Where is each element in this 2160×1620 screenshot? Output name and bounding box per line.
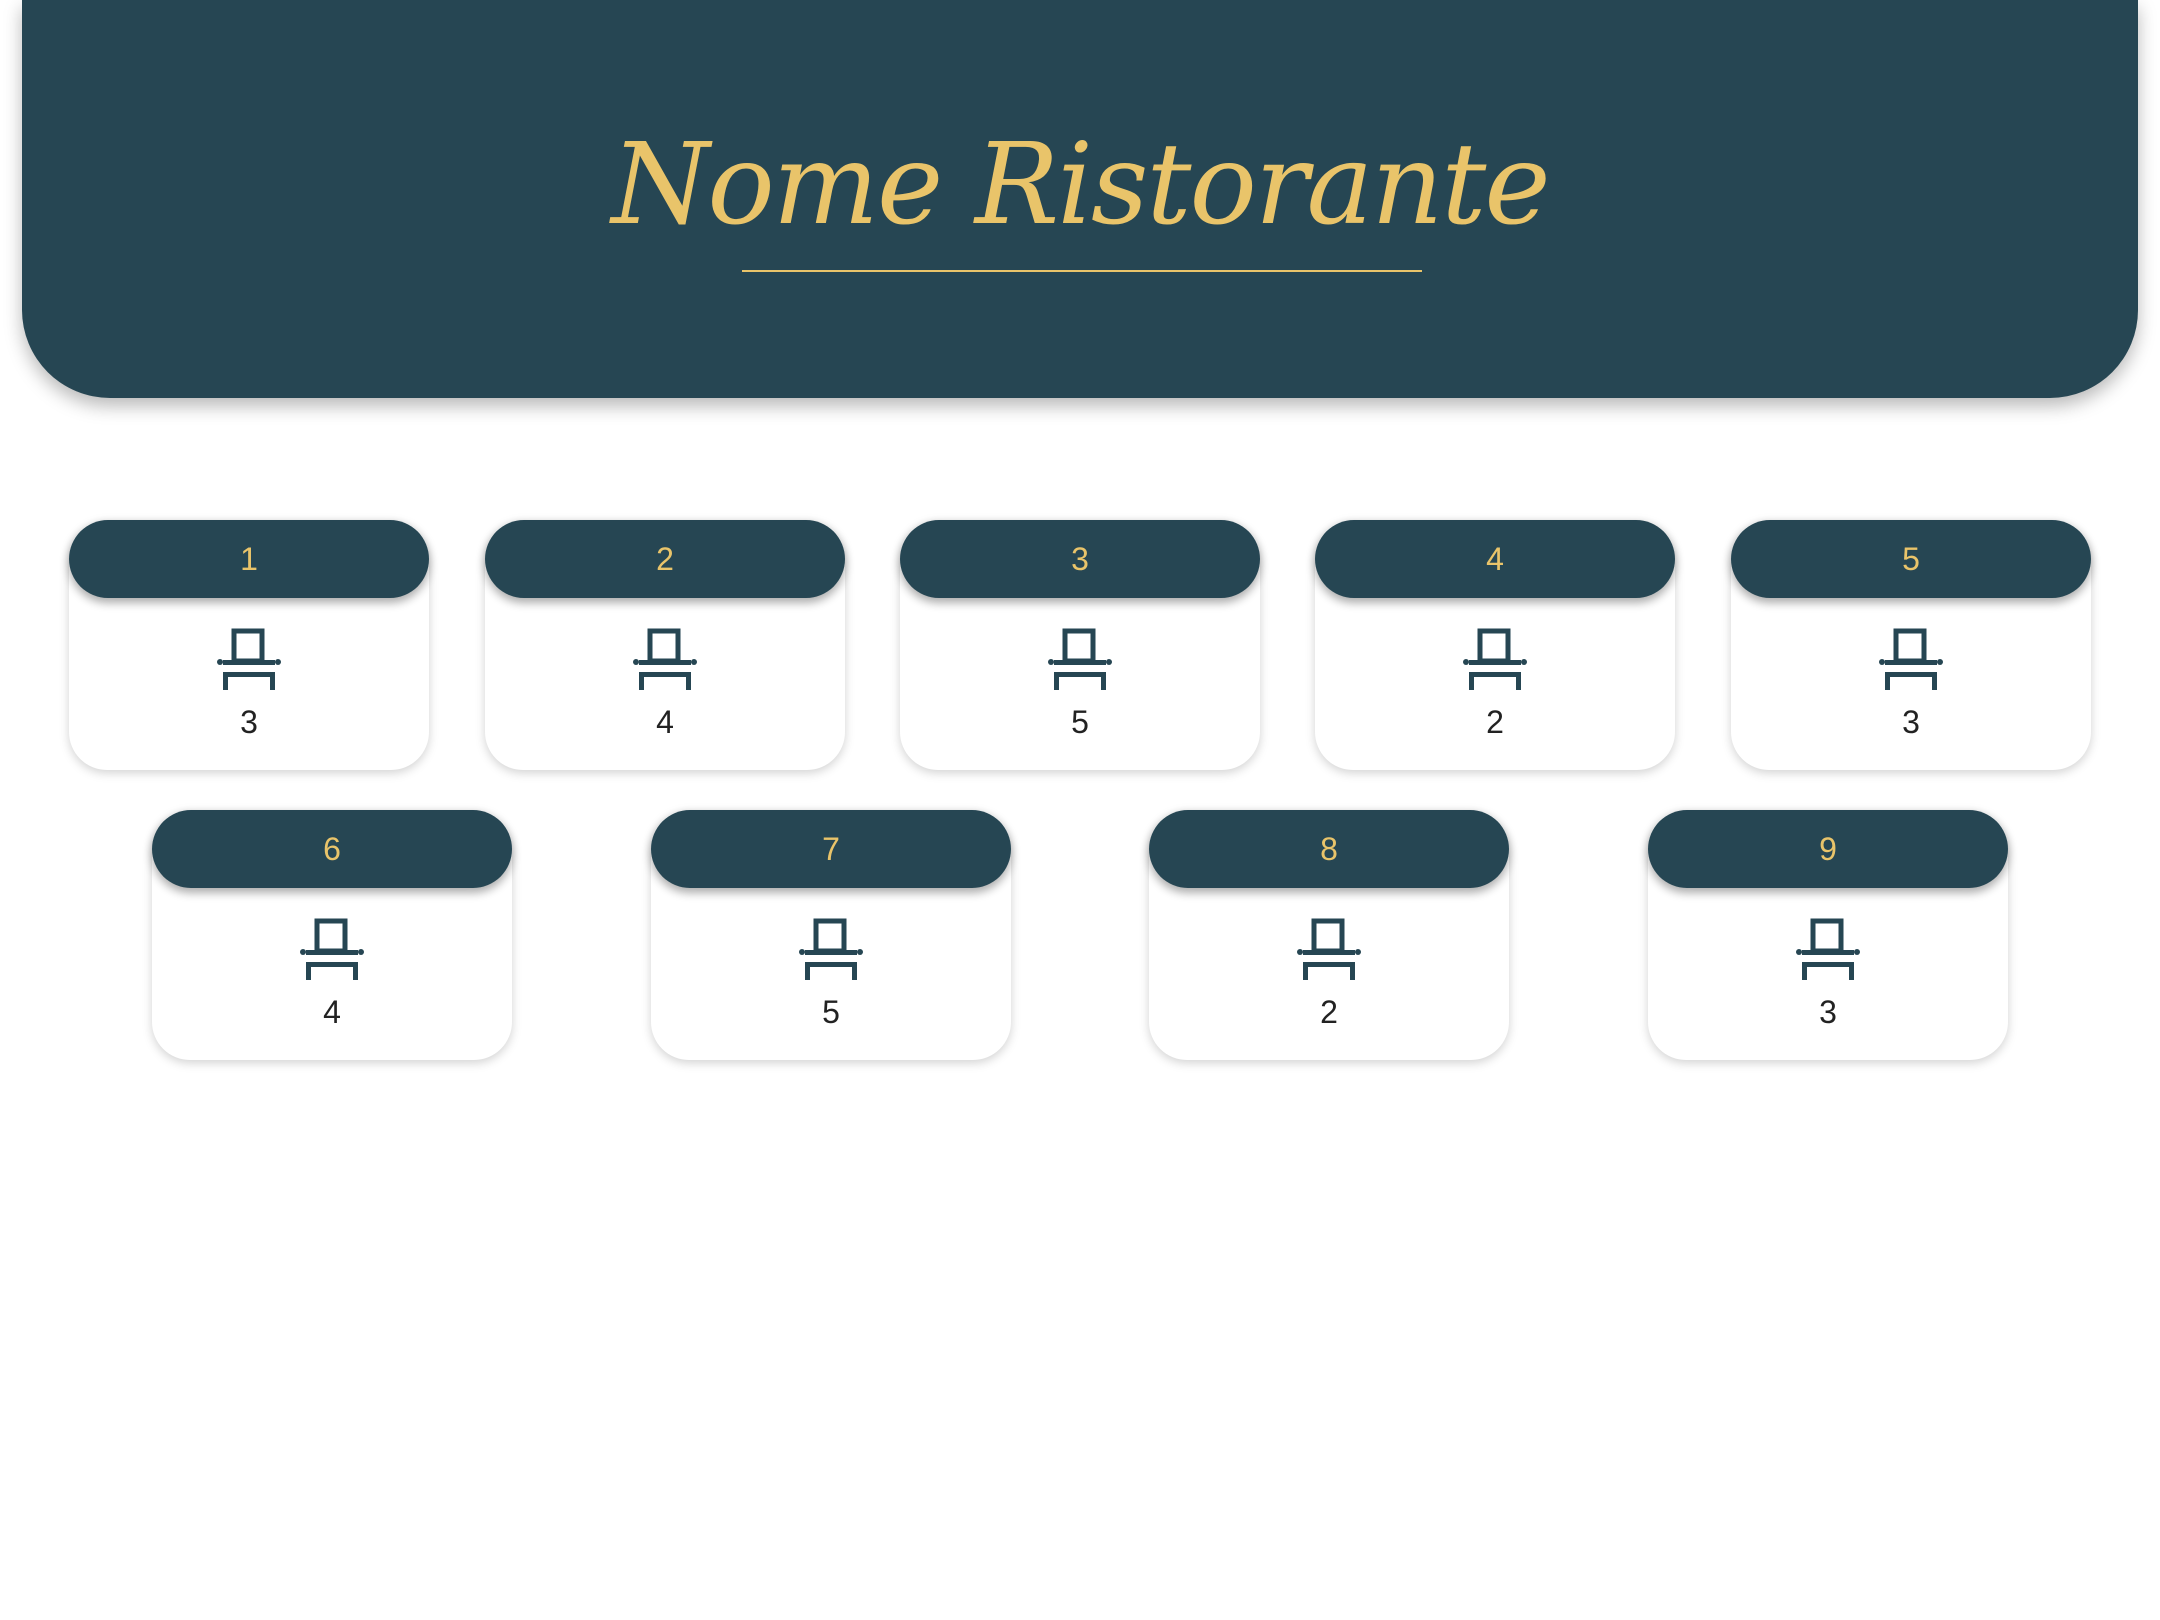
seat-count: 4 — [656, 704, 674, 740]
seat-count: 3 — [1902, 704, 1920, 740]
table-number: 4 — [1315, 520, 1675, 598]
seat-count: 5 — [822, 994, 840, 1030]
table-number: 6 — [152, 810, 512, 888]
seat-count: 2 — [1486, 704, 1504, 740]
table-card[interactable]: 1 3 — [69, 520, 429, 770]
chair-icon — [1463, 628, 1527, 690]
seat-count: 3 — [240, 704, 258, 740]
table-number: 8 — [1149, 810, 1509, 888]
table-card[interactable]: 2 4 — [485, 520, 845, 770]
chair-icon — [217, 628, 281, 690]
chair-icon — [1297, 918, 1361, 980]
table-number: 2 — [485, 520, 845, 598]
chair-icon — [300, 918, 364, 980]
seat-count: 5 — [1071, 704, 1089, 740]
chair-icon — [633, 628, 697, 690]
table-number: 7 — [651, 810, 1011, 888]
table-card[interactable]: 4 2 — [1315, 520, 1675, 770]
chair-icon — [1879, 628, 1943, 690]
table-number: 1 — [69, 520, 429, 598]
table-number: 5 — [1731, 520, 2091, 598]
chair-icon — [799, 918, 863, 980]
table-card[interactable]: 9 3 — [1648, 810, 2008, 1060]
seat-count: 3 — [1819, 994, 1837, 1030]
chair-icon — [1796, 918, 1860, 980]
restaurant-name: Nome Ristorante — [611, 120, 1550, 250]
table-card[interactable]: 6 4 — [152, 810, 512, 1060]
restaurant-header: Nome Ristorante — [22, 0, 2138, 398]
chair-icon — [1048, 628, 1112, 690]
table-number: 9 — [1648, 810, 2008, 888]
table-card[interactable]: 3 5 — [900, 520, 1260, 770]
title-underline — [742, 270, 1422, 272]
seat-count: 2 — [1320, 994, 1338, 1030]
table-card[interactable]: 5 3 — [1731, 520, 2091, 770]
table-card[interactable]: 7 5 — [651, 810, 1011, 1060]
seat-count: 4 — [323, 994, 341, 1030]
table-number: 3 — [900, 520, 1260, 598]
table-card[interactable]: 8 2 — [1149, 810, 1509, 1060]
